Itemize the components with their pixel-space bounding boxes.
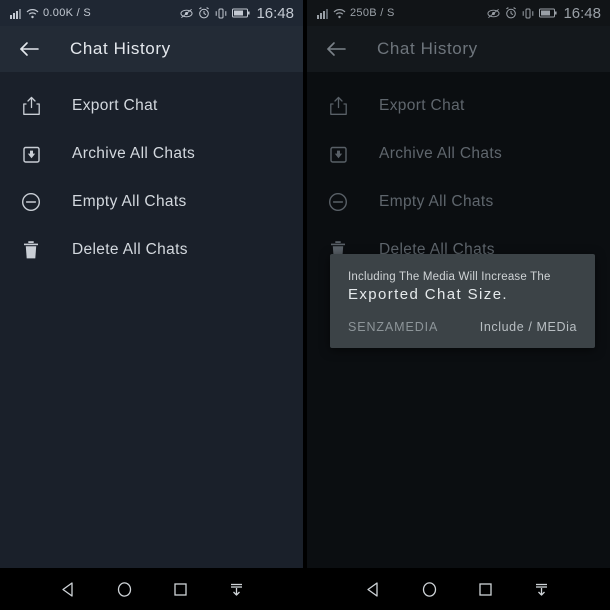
clock-label: 16:48 [563,4,601,22]
status-bar-right: 250B / S 16:48 [307,0,610,26]
menu-item-delete-all-chats[interactable]: Delete All Chats [0,226,303,274]
android-navigation-bar [0,568,610,610]
nav-recents-square-icon[interactable] [166,574,196,604]
trash-icon [18,237,44,263]
panel-right: 250B / S 16:48 Chat History Export Chat … [307,0,610,610]
navigation-bar-right [305,568,610,610]
export-media-dialog: Including The Media Will Increase The Ex… [330,254,595,348]
menu-item-empty-all-chats[interactable]: Empty All Chats [307,178,610,226]
vibrate-icon [215,8,227,19]
dialog-actions: SENZAMEDIA Include / MEDia [348,320,577,348]
status-bar-right-group: 16:48 [487,5,601,22]
nav-home-circle-icon[interactable] [109,574,139,604]
export-share-icon [325,93,351,119]
alarm-clock-icon [505,7,517,19]
dialog-message-line-1: Including The Media Will Increase The [348,271,551,283]
vibrate-icon [522,8,534,19]
alarm-clock-icon [198,7,210,19]
eye-off-icon [180,8,193,19]
dialog-message-line-2: Exported Chat Size. [348,286,509,304]
minus-circle-icon [325,189,351,215]
app-bar-left: Chat History [0,26,303,72]
menu-item-label: Export Chat [379,97,465,114]
nav-home-circle-icon[interactable] [414,574,444,604]
export-share-icon [18,93,44,119]
dual-screenshot-canvas: 0.00K / S 16:48 Chat History Export Chat… [0,0,610,610]
battery-icon [539,8,558,18]
archive-box-icon [325,141,351,167]
clock-label: 16:48 [256,4,294,22]
wifi-icon [333,8,346,19]
menu-item-archive-all-chats[interactable]: Archive All Chats [307,130,610,178]
network-speed-label: 0.00K / S [43,7,91,19]
minus-circle-icon [18,189,44,215]
nav-hide-arrow-icon[interactable] [527,574,557,604]
signal-icon [317,8,329,19]
menu-item-label: Archive All Chats [72,145,196,162]
nav-recents-square-icon[interactable] [471,574,501,604]
panel-left: 0.00K / S 16:48 Chat History Export Chat… [0,0,303,610]
menu-item-label: Export Chat [72,97,158,114]
menu-item-label: Empty All Chats [72,193,187,210]
nav-back-triangle-icon[interactable] [53,574,83,604]
nav-back-triangle-icon[interactable] [358,574,388,604]
signal-icon [10,8,22,19]
menu-item-label: Empty All Chats [379,193,494,210]
status-bar-left: 0.00K / S 16:48 [0,0,303,26]
menu-item-archive-all-chats[interactable]: Archive All Chats [0,130,303,178]
archive-box-icon [18,141,44,167]
status-bar-right-group: 16:48 [180,5,294,22]
chat-history-menu-right: Export Chat Archive All Chats Empty All … [307,72,610,274]
menu-item-label: Delete All Chats [72,241,188,258]
eye-off-icon [487,8,500,19]
navigation-bar-left [0,568,305,610]
wifi-icon [26,8,39,19]
app-bar-right: Chat History [307,26,610,72]
dialog-include-media-button[interactable]: Include / MEDia [480,320,577,334]
page-title: Chat History [70,39,171,58]
back-button[interactable] [14,34,44,64]
nav-hide-arrow-icon[interactable] [222,574,252,604]
menu-item-empty-all-chats[interactable]: Empty All Chats [0,178,303,226]
page-title: Chat History [377,39,478,58]
status-bar-left-group: 0.00K / S [10,7,91,19]
menu-item-export-chat[interactable]: Export Chat [307,82,610,130]
status-bar-left-group: 250B / S [317,7,395,19]
back-button[interactable] [321,34,351,64]
network-speed-label: 250B / S [350,7,395,19]
dialog-without-media-button[interactable]: SENZAMEDIA [348,320,438,334]
chat-history-menu-left: Export Chat Archive All Chats Empty All … [0,72,303,274]
menu-item-label: Archive All Chats [379,145,503,162]
menu-item-export-chat[interactable]: Export Chat [0,82,303,130]
battery-icon [232,8,251,18]
